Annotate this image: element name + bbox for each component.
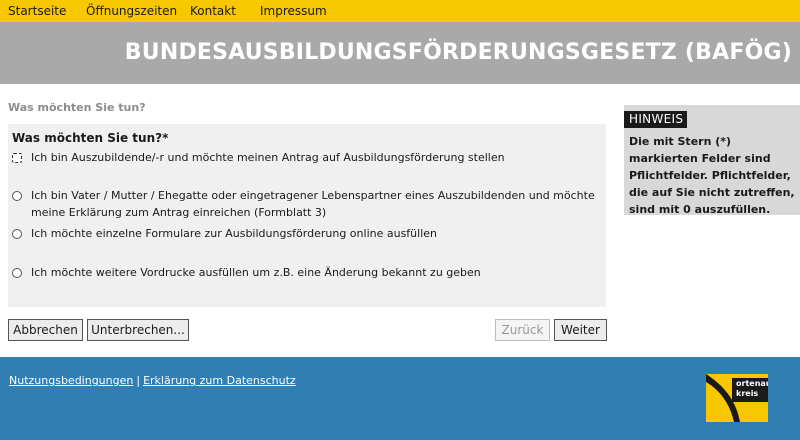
radio-further-forms[interactable] [12, 268, 22, 278]
top-navigation: Startseite Öffnungszeiten Kontakt Impres… [0, 0, 800, 22]
radio-parent[interactable] [12, 191, 22, 201]
notice-heading: HINWEIS [624, 111, 688, 128]
option-label[interactable]: Ich möchte einzelne Formulare zur Ausbil… [31, 225, 601, 242]
nav-link-startseite[interactable]: Startseite [8, 4, 66, 18]
logo-text: ortenau kreis [736, 379, 768, 399]
nav-link-impressum[interactable]: Impressum [260, 4, 327, 18]
page-title: Was möchten Sie tun? [8, 101, 146, 114]
terms-link[interactable]: Nutzungsbedingungen [9, 374, 133, 387]
interrupt-button[interactable]: Unterbrechen... [87, 319, 189, 341]
notice-panel: HINWEIS Die mit Stern (*) markierten Fel… [624, 105, 800, 216]
logo-line-1: ortenau [736, 379, 768, 388]
choice-form: Was möchten Sie tun?* Ich bin Auszubilde… [8, 124, 606, 307]
nav-link-oeffnungszeiten[interactable]: Öffnungszeiten [86, 4, 177, 18]
ortenaukreis-logo[interactable]: ortenau kreis [706, 374, 768, 422]
header-banner: BUNDESAUSBILDUNGSFÖRDERUNGSGESETZ (BAFÖG… [0, 22, 800, 84]
option-label[interactable]: Ich bin Vater / Mutter / Ehegatte oder e… [31, 187, 601, 221]
footer-links: Nutzungsbedingungen | Erklärung zum Datens… [9, 374, 296, 387]
option-label[interactable]: Ich bin Auszubildende/-r und möchte mein… [31, 149, 601, 166]
footer-separator: | [136, 374, 141, 387]
radio-applicant[interactable] [12, 153, 22, 163]
form-label: Was möchten Sie tun?* [12, 131, 169, 145]
back-button[interactable]: Zurück [495, 319, 550, 341]
notice-text: Die mit Stern (*) markierten Felder sind… [629, 135, 795, 216]
logo-line-2: kreis [736, 389, 759, 398]
next-button[interactable]: Weiter [554, 319, 607, 341]
page-banner-title: BUNDESAUSBILDUNGSFÖRDERUNGSGESETZ (BAFÖG… [124, 40, 792, 65]
privacy-link[interactable]: Erklärung zum Datenschutz [143, 374, 296, 387]
cancel-button[interactable]: Abbrechen [8, 319, 83, 341]
option-label[interactable]: Ich möchte weitere Vordrucke ausfüllen u… [31, 264, 601, 281]
nav-link-kontakt[interactable]: Kontakt [190, 4, 236, 18]
radio-single-forms[interactable] [12, 229, 22, 239]
footer: Nutzungsbedingungen | Erklärung zum Datens… [0, 357, 800, 440]
